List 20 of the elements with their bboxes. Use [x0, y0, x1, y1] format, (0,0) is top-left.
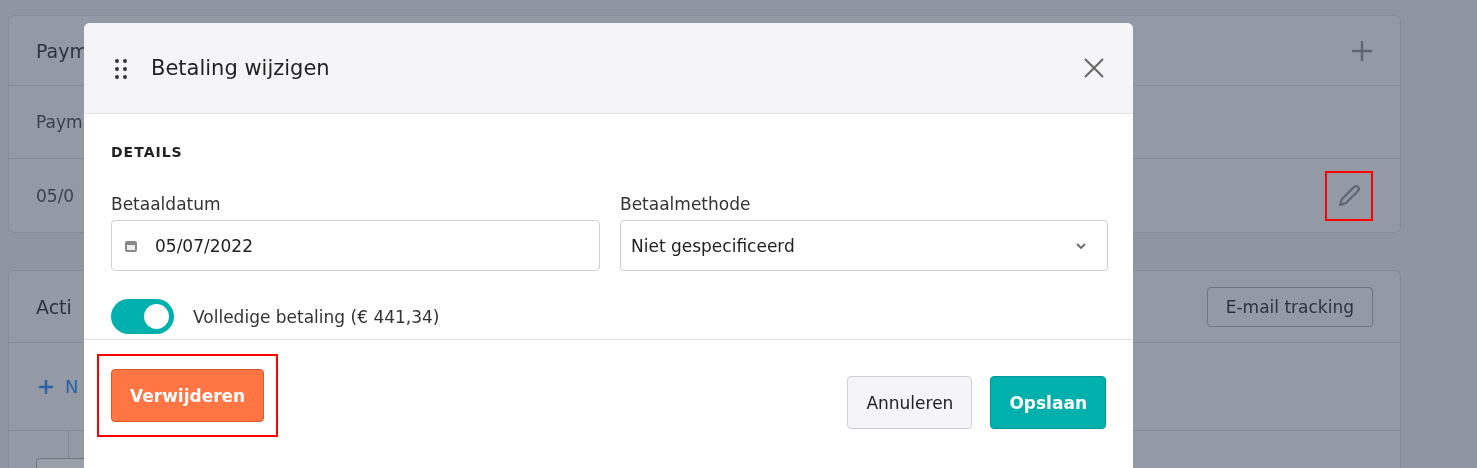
delete-button[interactable]: Verwijderen — [111, 369, 265, 422]
email-tracking-button[interactable]: E-mail tracking — [1206, 286, 1373, 327]
plus-icon[interactable] — [1351, 39, 1373, 62]
plus-icon — [39, 379, 53, 394]
cancel-button[interactable]: Annuleren — [847, 376, 973, 429]
select-field[interactable]: Niet gespecificeerd — [620, 220, 1108, 271]
section-heading: DETAILS — [111, 144, 184, 160]
table-cell: 05/0 — [36, 185, 75, 206]
calendar-icon — [124, 238, 138, 253]
close-icon[interactable] — [1083, 57, 1105, 79]
toggle-label: Volledige betaling (€ 441,34) — [193, 306, 440, 327]
save-button[interactable]: Opslaan — [990, 376, 1106, 429]
dialog-title: Betaling wijzigen — [151, 56, 331, 80]
field-label: Betaalmethode — [620, 194, 752, 214]
date-field[interactable]: 05/07/2022 — [111, 220, 600, 271]
field-label: Betaaldatum — [111, 194, 222, 214]
chevron-down-icon — [1075, 241, 1087, 250]
card-title: Acti — [36, 295, 72, 318]
column-header: Paym — [36, 112, 83, 132]
toggle-switch[interactable] — [111, 299, 174, 334]
